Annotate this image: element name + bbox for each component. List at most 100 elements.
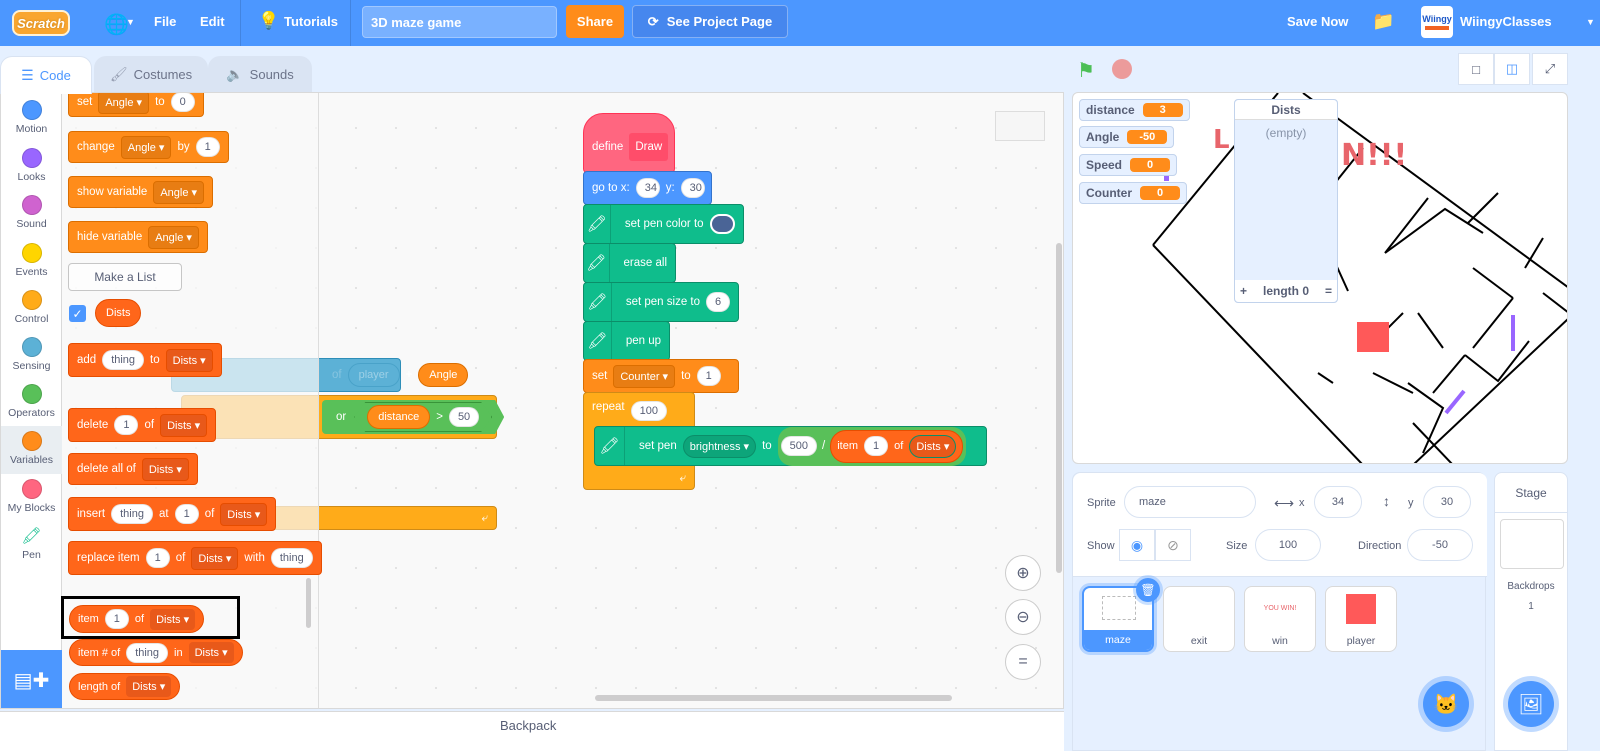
value-input[interactable]: 1 xyxy=(114,415,139,435)
item-of-list-reporter[interactable]: item 1 of Dists ▾ xyxy=(830,429,964,463)
variable-dropdown[interactable]: Counter ▾ xyxy=(613,364,676,388)
chevron-down-icon[interactable]: ▼ xyxy=(1586,17,1595,27)
replace-item-block[interactable]: replace item 1 of Dists ▾ with thing xyxy=(68,541,322,575)
y-input[interactable]: 30 xyxy=(1423,486,1471,518)
distance-reporter[interactable]: distance xyxy=(367,405,431,429)
variable-dropdown[interactable]: Angle ▾ xyxy=(148,225,199,249)
x-input[interactable]: 34 xyxy=(635,178,660,198)
change-variable-block[interactable]: change Angle ▾ by 1 xyxy=(68,131,229,163)
size-input[interactable]: 6 xyxy=(706,292,730,312)
sprite-name-input[interactable] xyxy=(1124,486,1256,518)
index-input[interactable]: 1 xyxy=(864,436,889,456)
y-input[interactable]: 30 xyxy=(680,178,705,198)
value-input[interactable]: thing xyxy=(126,642,169,663)
stage-canvas[interactable]: N!!! L distance 3 Angle -50 Speed 0 Counter… xyxy=(1072,92,1568,464)
index-input[interactable]: 1 xyxy=(174,504,199,524)
variable-dropdown[interactable]: Angle ▾ xyxy=(98,93,150,114)
list-show-checkbox[interactable]: ✓ xyxy=(69,305,86,322)
category-events[interactable]: Events xyxy=(1,238,62,286)
make-a-list-button[interactable]: Make a List xyxy=(68,263,182,291)
resize-handle[interactable]: = xyxy=(1325,284,1332,298)
see-project-page-button[interactable]: ⟳ See Project Page xyxy=(632,5,788,38)
my-stuff-folder-icon[interactable]: 📁 xyxy=(1372,11,1394,32)
set-counter-block[interactable]: set Counter ▾ to 1 xyxy=(583,359,739,393)
direction-input[interactable]: -50 xyxy=(1407,529,1473,561)
value-input[interactable]: 1 xyxy=(696,366,721,386)
angle-reporter[interactable]: Angle xyxy=(418,363,469,387)
erase-all-block[interactable]: 🖍 erase all xyxy=(583,243,676,283)
number-input[interactable]: 500 xyxy=(780,436,818,456)
list-dropdown[interactable]: Dists ▾ xyxy=(141,457,189,481)
stage-thumbnail[interactable] xyxy=(1500,519,1564,569)
pen-color-swatch[interactable] xyxy=(709,214,735,234)
variable-monitor-counter[interactable]: Counter 0 xyxy=(1079,182,1187,204)
account-name[interactable]: WiingyClasses xyxy=(1460,14,1552,29)
variable-monitor-speed[interactable]: Speed 0 xyxy=(1079,154,1178,176)
number-input[interactable]: 50 xyxy=(448,407,480,427)
list-dropdown[interactable]: Dists ▾ xyxy=(909,434,957,458)
workspace-vertical-scrollbar[interactable] xyxy=(1056,243,1062,573)
player-dropdown[interactable]: player xyxy=(347,363,400,387)
category-sensing[interactable]: Sensing xyxy=(1,332,62,380)
item-number-of-reporter[interactable]: item # of thing in Dists ▾ xyxy=(69,639,243,666)
category-operators[interactable]: Operators xyxy=(1,379,62,427)
dists-list-reporter[interactable]: Dists xyxy=(95,299,142,327)
pen-param-dropdown[interactable]: brightness ▾ xyxy=(682,434,757,458)
hide-sprite-button[interactable]: ⊘ xyxy=(1155,529,1191,561)
insert-at-list-block[interactable]: insert thing at 1 of Dists ▾ xyxy=(68,497,277,531)
large-stage-button[interactable]: ◫ xyxy=(1494,53,1530,85)
category-sound[interactable]: Sound xyxy=(1,190,62,238)
category-motion[interactable]: Motion xyxy=(1,95,62,143)
list-dropdown[interactable]: Dists ▾ xyxy=(191,546,239,570)
list-dropdown[interactable]: Dists ▾ xyxy=(126,676,172,697)
palette-scrollbar[interactable] xyxy=(306,578,311,628)
scratch-logo[interactable]: Scratch xyxy=(12,10,70,36)
fullscreen-button[interactable]: ⤢ xyxy=(1532,53,1568,85)
sprite-tile-player[interactable]: player xyxy=(1325,586,1397,652)
x-input[interactable]: 34 xyxy=(1314,486,1362,518)
value-input[interactable]: 0 xyxy=(170,93,195,112)
variable-monitor-distance[interactable]: distance 3 xyxy=(1079,99,1190,121)
set-pen-size-block[interactable]: 🖍 set pen size to 6 xyxy=(583,282,739,322)
hide-variable-block[interactable]: hide variable Angle ▾ xyxy=(68,221,208,253)
choose-backdrop-button[interactable]: 🖼 xyxy=(1508,681,1554,727)
tab-costumes[interactable]: 🖌 Costumes xyxy=(94,56,208,92)
choose-sprite-button[interactable]: 🐱 xyxy=(1423,681,1469,727)
category-control[interactable]: Control xyxy=(1,285,62,333)
stop-button[interactable] xyxy=(1112,59,1132,79)
set-pen-color-block[interactable]: 🖍 set pen color to xyxy=(583,204,744,244)
small-stage-button[interactable]: □ xyxy=(1458,53,1494,85)
variable-dropdown[interactable]: Angle ▾ xyxy=(153,180,205,204)
show-sprite-button[interactable]: ◉ xyxy=(1119,529,1155,561)
set-variable-block[interactable]: set Angle ▾ to 0 xyxy=(68,93,204,117)
zoom-in-button[interactable]: ⊕ xyxy=(1005,555,1041,591)
edit-menu[interactable]: Edit xyxy=(200,14,225,29)
project-title-input[interactable] xyxy=(362,6,557,38)
zoom-out-button[interactable]: ⊖ xyxy=(1005,599,1041,635)
list-monitor-dists[interactable]: Dists (empty) + length 0 = xyxy=(1234,99,1338,303)
set-pen-param-block[interactable]: 🖍 set pen brightness ▾ to 500 / item 1 o… xyxy=(594,426,987,466)
variable-monitor-angle[interactable]: Angle -50 xyxy=(1079,126,1175,148)
category-my-blocks[interactable]: My Blocks xyxy=(1,474,62,522)
share-button[interactable]: Share xyxy=(566,5,624,38)
category-variables[interactable]: Variables xyxy=(1,426,62,474)
define-draw-block[interactable]: define Draw xyxy=(583,113,675,173)
show-variable-block[interactable]: show variable Angle ▾ xyxy=(68,176,214,208)
value-input[interactable]: thing xyxy=(102,350,145,370)
list-dropdown[interactable]: Dists ▾ xyxy=(220,502,268,526)
length-of-list-reporter[interactable]: length of Dists ▾ xyxy=(69,673,181,700)
tab-sounds[interactable]: 🔈 Sounds xyxy=(208,56,312,92)
add-to-list-block[interactable]: add thing to Dists ▾ xyxy=(68,343,222,377)
category-looks[interactable]: Looks xyxy=(1,143,62,191)
category-pen[interactable]: 🖍 Pen xyxy=(1,521,62,569)
delete-all-of-list-block[interactable]: delete all of Dists ▾ xyxy=(68,453,198,485)
size-input[interactable]: 100 xyxy=(1255,529,1321,561)
list-dropdown[interactable]: Dists ▾ xyxy=(160,413,208,437)
tutorials-menu[interactable]: Tutorials xyxy=(284,14,338,29)
value-input[interactable]: thing xyxy=(111,504,153,524)
delete-sprite-button[interactable]: 🗑 xyxy=(1136,578,1160,602)
sprite-tile-exit[interactable]: exit xyxy=(1163,586,1235,652)
code-workspace[interactable]: of player + Angle or distance > 50 ⤶ Mot… xyxy=(0,92,1064,709)
greater-than-operator[interactable]: distance > 50 xyxy=(354,402,493,432)
value-input[interactable]: thing xyxy=(270,548,313,568)
